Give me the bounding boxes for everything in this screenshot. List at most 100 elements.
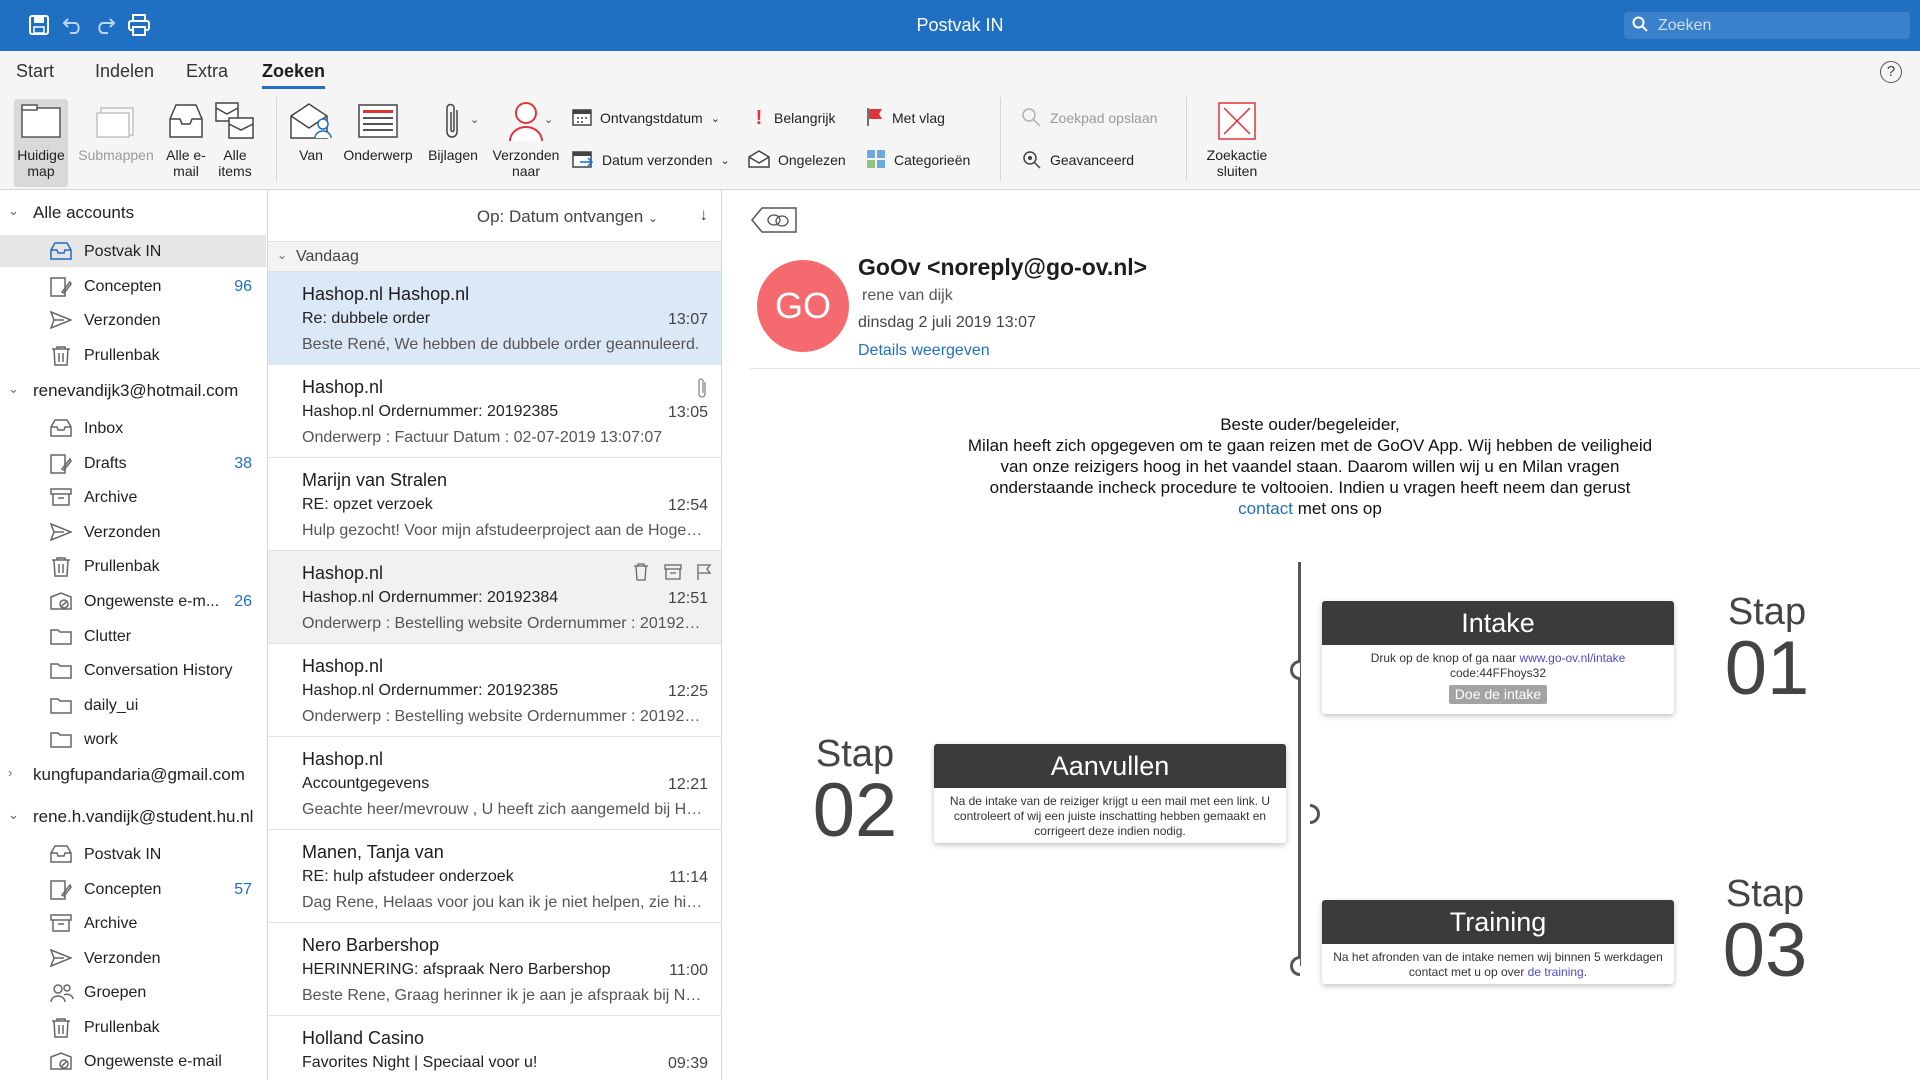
intake-button[interactable]: Doe de intake — [1448, 685, 1548, 704]
from-button[interactable]: Van — [286, 99, 336, 187]
unread-button[interactable]: Ongelezen — [748, 147, 846, 173]
received-date-button[interactable]: Ontvangstdatum ⌄ — [572, 105, 720, 131]
folder-work[interactable]: work — [0, 723, 266, 755]
hover-actions — [632, 563, 712, 586]
show-details-link[interactable]: Details weergeven — [858, 342, 990, 360]
folder-archive[interactable]: Archive — [0, 907, 266, 939]
subfolders-button[interactable]: Submappen — [76, 99, 156, 187]
send-icon — [49, 310, 74, 330]
sender-address[interactable]: GoOv <noreply@go-ov.nl> — [858, 254, 1147, 281]
sort-direction-icon[interactable]: ↓ — [700, 205, 709, 225]
search-box[interactable] — [1624, 12, 1910, 39]
inbox-tray-icon — [164, 99, 208, 143]
group-header[interactable]: ⌄ Vandaag — [268, 242, 721, 272]
tab-indelen[interactable]: Indelen — [95, 61, 154, 82]
search-input[interactable] — [1658, 15, 1898, 36]
message-item[interactable]: Manen, Tanja van RE: hulp afstudeer onde… — [268, 830, 721, 923]
tag-icon[interactable] — [750, 206, 800, 239]
all-items-button[interactable]: Alle items — [214, 99, 256, 187]
folder-drafts[interactable]: Concepten 96 — [0, 270, 266, 302]
timeline-line — [1298, 562, 1301, 966]
message-item[interactable]: Hashop.nl Hashop.nl Ordernummer: 2019238… — [268, 551, 721, 644]
attachments-dropdown-icon[interactable]: ⌄ — [470, 113, 479, 126]
folder-clutter[interactable]: Clutter — [0, 620, 266, 652]
categories-button[interactable]: Categorieën — [866, 147, 970, 173]
message-item[interactable]: Marijn van Stralen RE: opzet verzoek 12:… — [268, 458, 721, 551]
help-icon[interactable]: ? — [1880, 61, 1902, 83]
save-search-icon — [1020, 107, 1042, 130]
account-student[interactable]: ⌄ rene.h.vandijk@student.hu.nl — [0, 800, 267, 832]
flag-icon[interactable] — [696, 563, 712, 586]
chevron-down-icon: ⌄ — [647, 211, 658, 225]
message-item[interactable]: Hashop.nl Hashop.nl Re: dubbele order 13… — [268, 272, 721, 365]
undo-icon[interactable] — [60, 12, 86, 38]
training-link[interactable]: de training — [1528, 965, 1584, 979]
step-card-intake: Intake Druk op de knop of ga naar www.go… — [1322, 601, 1674, 714]
save-search-button[interactable]: Zoekpad opslaan — [1020, 105, 1157, 131]
print-icon[interactable] — [126, 12, 152, 38]
intake-link[interactable]: www.go-ov.nl/intake — [1519, 651, 1625, 665]
contact-link[interactable]: contact — [1238, 499, 1293, 518]
archive-icon — [50, 914, 72, 932]
folder-daily-ui[interactable]: daily_ui — [0, 689, 266, 721]
trash-icon — [50, 1018, 72, 1038]
message-item[interactable]: Hashop.nl Hashop.nl Ordernummer: 2019238… — [268, 365, 721, 458]
chevron-down-icon: ⌄ — [8, 203, 19, 218]
folder-trash[interactable]: Prullenbak — [0, 1011, 266, 1043]
flagged-button[interactable]: Met vlag — [866, 105, 945, 131]
account-gmail[interactable]: › kungfupandaria@gmail.com — [0, 758, 267, 790]
drafts-icon — [50, 277, 72, 297]
email-body-intro: Beste ouder/begeleider, Milan heeft zich… — [960, 414, 1660, 519]
folder-inbox[interactable]: Postvak IN — [0, 838, 266, 870]
account-hotmail[interactable]: ⌄ renevandijk3@hotmail.com — [0, 374, 267, 406]
account-all[interactable]: ⌄ Alle accounts — [0, 196, 267, 228]
drafts-icon — [50, 454, 72, 474]
delete-icon[interactable] — [632, 563, 650, 586]
subject-button[interactable]: Onderwerp — [340, 99, 416, 187]
folder-junk[interactable]: Ongewenste e-mail — [0, 1045, 266, 1077]
folder-archive[interactable]: Archive — [0, 481, 266, 513]
folder-groups[interactable]: Groepen — [0, 976, 266, 1008]
important-button[interactable]: ! Belangrijk — [752, 105, 836, 131]
folder-sent[interactable]: Verzonden — [0, 304, 266, 336]
current-folder-button[interactable]: Huidige map — [14, 99, 68, 187]
folder-junk[interactable]: Ongewenste e-m... 26 — [0, 585, 266, 617]
sort-dropdown[interactable]: Op: Datum ontvangen ⌄ — [477, 207, 658, 227]
message-item[interactable]: Nero Barbershop HERINNERING: afspraak Ne… — [268, 923, 721, 1016]
message-item[interactable]: Holland Casino Favorites Night | Speciaa… — [268, 1016, 721, 1080]
envelope-icon — [748, 149, 770, 171]
message-item[interactable]: Hashop.nl Hashop.nl Ordernummer: 2019238… — [268, 644, 721, 737]
folder-sent[interactable]: Verzonden — [0, 516, 266, 548]
folder-drafts[interactable]: Concepten 57 — [0, 873, 266, 905]
tab-extra[interactable]: Extra — [186, 61, 228, 82]
folder-inbox[interactable]: Inbox — [0, 412, 266, 444]
close-search-button[interactable]: Zoekactie sluiten — [1198, 99, 1276, 187]
gear-search-icon — [1020, 149, 1042, 172]
redo-icon[interactable] — [92, 12, 118, 38]
folder-drafts[interactable]: Drafts 38 — [0, 447, 266, 479]
sent-date-button[interactable]: Datum verzonden ⌄ — [572, 147, 730, 173]
folder-icon — [14, 99, 68, 143]
archive-icon[interactable] — [664, 563, 682, 586]
folder-trash[interactable]: Prullenbak — [0, 550, 266, 582]
step-label: Stap 02 — [812, 733, 898, 853]
tab-zoeken[interactable]: Zoeken — [262, 61, 326, 89]
categories-icon — [866, 149, 886, 172]
step-title: Training — [1322, 900, 1674, 944]
tab-start[interactable]: Start — [16, 61, 54, 82]
send-icon — [49, 948, 74, 968]
folder-trash[interactable]: Prullenbak — [0, 339, 266, 371]
recipient[interactable]: rene van dijk — [862, 287, 953, 305]
folder-conversation-history[interactable]: Conversation History — [0, 654, 266, 686]
sent-to-dropdown-icon[interactable]: ⌄ — [544, 113, 553, 126]
step-title: Intake — [1322, 601, 1674, 645]
message-item[interactable]: Hashop.nl Accountgegevens 12:21 Geachte … — [268, 737, 721, 830]
advanced-search-button[interactable]: Geavanceerd — [1020, 147, 1134, 173]
folder-sent[interactable]: Verzonden — [0, 942, 266, 974]
all-email-button[interactable]: Alle e-mail — [164, 99, 208, 187]
save-icon[interactable] — [26, 12, 52, 38]
folder-inbox[interactable]: Postvak IN — [0, 235, 266, 267]
chevron-down-icon: ⌄ — [720, 154, 730, 167]
step-label: Stap 01 — [1724, 591, 1810, 711]
greeting: Beste ouder/begeleider, — [1220, 415, 1400, 434]
